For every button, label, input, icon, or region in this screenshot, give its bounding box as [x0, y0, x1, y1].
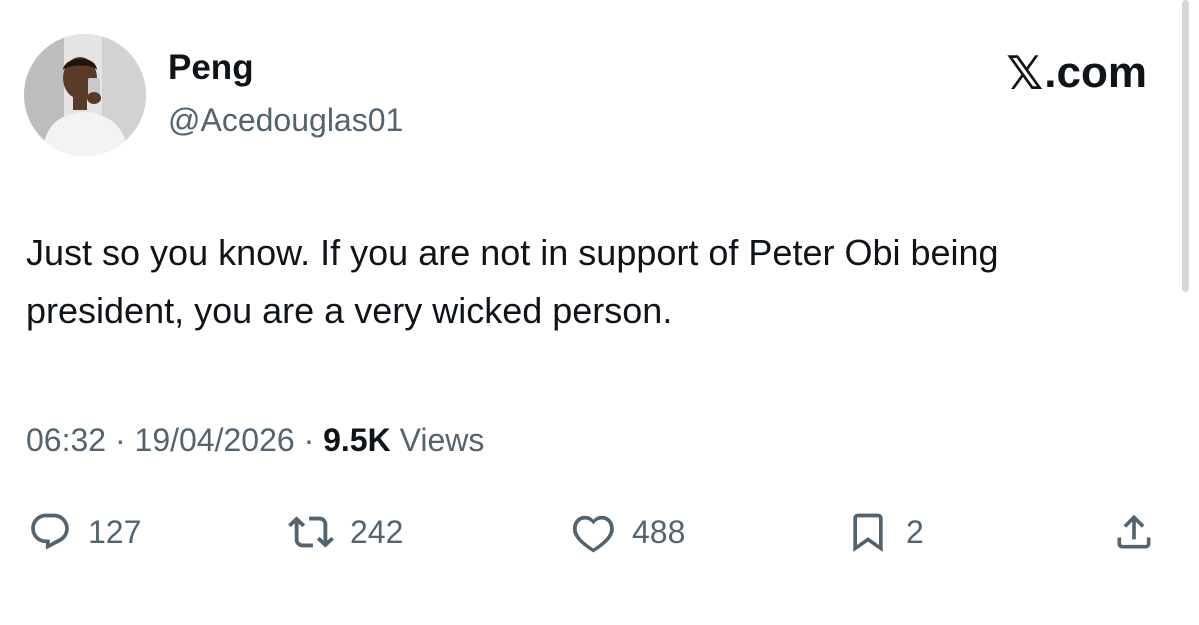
like-button[interactable]: 488: [570, 500, 685, 564]
meta-separator: ·: [114, 422, 135, 458]
heart-icon: [572, 515, 614, 553]
display-name[interactable]: Peng: [168, 46, 254, 90]
views-count: 9.5K: [323, 422, 391, 458]
scrollbar[interactable]: [1182, 0, 1189, 292]
repost-arrows-icon: [288, 516, 334, 548]
repost-count: 242: [350, 513, 404, 550]
tweet-date[interactable]: 19/04/2026: [135, 422, 295, 458]
views-label: Views: [399, 422, 485, 458]
reply-button[interactable]: 127: [28, 500, 141, 564]
share-upload-icon: [1117, 514, 1151, 549]
tweet-meta: 06:32 · 19/04/2026 · 9.5K Views: [26, 418, 484, 462]
like-count: 488: [632, 513, 686, 550]
x-com-logo: 𝕏 .com: [1006, 48, 1147, 98]
share-button[interactable]: [1112, 500, 1156, 564]
bookmark-button[interactable]: 2: [846, 500, 924, 564]
bookmark-count: 2: [906, 513, 924, 550]
tweet-time[interactable]: 06:32: [26, 422, 106, 458]
bookmark-icon: [853, 513, 883, 553]
brand-domain: .com: [1044, 48, 1147, 97]
x-logo-icon: 𝕏: [1006, 46, 1044, 100]
meta-separator: ·: [303, 422, 324, 458]
action-bar: 127 242 488 2: [0, 500, 1199, 564]
avatar-photo: [24, 34, 146, 156]
speech-bubble-icon: [31, 513, 69, 550]
reply-count: 127: [88, 513, 142, 550]
tweet-text: Just so you know. If you are not in supp…: [26, 232, 999, 331]
repost-button[interactable]: 242: [288, 500, 403, 564]
avatar[interactable]: [24, 34, 146, 156]
tweet-card: Peng @Acedouglas01 𝕏 .com Just so you kn…: [0, 0, 1199, 625]
user-handle[interactable]: @Acedouglas01: [168, 100, 403, 140]
